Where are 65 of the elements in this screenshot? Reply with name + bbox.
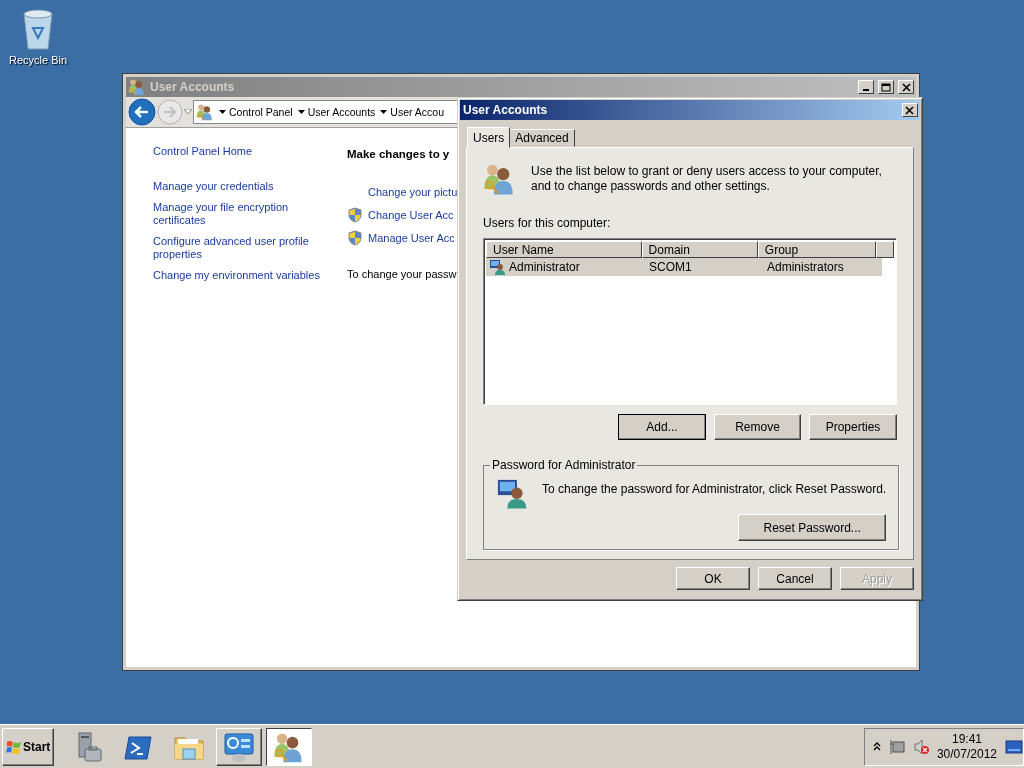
tab[interactable]: Users (467, 127, 511, 148)
table-cell: SCOM1 (649, 260, 692, 274)
maximize-button[interactable] (878, 80, 894, 94)
instructions-text: Use the list below to grant or deny users access to your computer, and to change passwords and other settings. (531, 164, 882, 194)
table-cell: Administrator (509, 260, 580, 274)
group-title: Password for Administrator (491, 458, 637, 472)
maximize-icon (881, 82, 891, 92)
show-desktop-icon (1005, 739, 1023, 754)
task-link[interactable]: Change User Acc (368, 208, 454, 221)
close-icon (901, 82, 911, 92)
sidebar-link[interactable]: Manage your credentials (153, 180, 322, 193)
shield-icon (347, 229, 363, 246)
sidebar-link[interactable]: Manage your file encryption certificates (153, 201, 322, 227)
chevron-up-icon (872, 742, 881, 751)
column-header[interactable]: Domain (641, 241, 758, 258)
remove-button[interactable]: Remove (714, 414, 801, 440)
close-button[interactable] (898, 80, 914, 94)
column-header[interactable]: Group (757, 241, 877, 258)
breadcrumb-item[interactable]: User Accou (390, 106, 445, 118)
recycle-bin-icon (20, 6, 56, 50)
caret-icon (380, 110, 388, 114)
control-panel-icon (223, 730, 255, 763)
password-info-text: To change the password for Administrator, click Reset Password. (542, 482, 887, 496)
close-icon (905, 105, 915, 115)
admin-user-icon (496, 478, 528, 510)
minimize-button[interactable] (858, 80, 874, 94)
minimize-icon (863, 89, 869, 91)
volume-muted-icon (912, 738, 929, 755)
windows-logo-icon (6, 738, 22, 755)
shield-icon (347, 206, 363, 223)
task-link[interactable]: Change your pictu (368, 185, 458, 198)
caret-icon (219, 110, 226, 114)
back-icon (128, 98, 156, 126)
network-icon (888, 738, 905, 755)
column-header (876, 241, 894, 258)
table-cell: Administrators (767, 260, 844, 274)
sidebar-link[interactable]: Configure advanced user profile properties (153, 235, 322, 261)
breadcrumb-item[interactable]: User Accounts (307, 106, 376, 118)
add-button[interactable]: Add... (618, 414, 706, 440)
breadcrumb-item[interactable]: Control Panel (229, 106, 293, 118)
users-icon (128, 78, 146, 96)
clock-time: 19:41 (951, 731, 982, 747)
reset-password-button[interactable]: Reset Password... (738, 514, 887, 541)
section-heading: Make changes to y (347, 148, 451, 160)
task-link[interactable]: Manage User Acc (368, 231, 455, 244)
close-button[interactable] (902, 103, 918, 117)
column-header[interactable]: User Name (486, 241, 642, 258)
user-row[interactable]: Administrator SCOM1 Administrators (486, 258, 882, 276)
properties-button[interactable]: Properties (809, 414, 897, 440)
sidebar-link[interactable]: Change my environment variables (153, 269, 322, 282)
caret-icon (297, 110, 305, 114)
sidebar-link[interactable]: Control Panel Home (153, 145, 322, 158)
desktop-icon-label[interactable]: Recycle Bin (8, 54, 68, 66)
users-icon (196, 103, 214, 121)
clock-date: 30/07/2012 (936, 746, 997, 762)
list-label: Users for this computer: (483, 216, 612, 230)
taskbar-app-button[interactable] (266, 727, 312, 766)
ok-button[interactable]: OK (676, 567, 750, 590)
start-button[interactable]: Start (2, 727, 54, 766)
cancel-button[interactable]: Cancel (758, 567, 832, 590)
tab[interactable]: Advanced (509, 129, 575, 147)
admin-user-icon (489, 259, 506, 275)
note-text: To change your passw (347, 268, 458, 280)
dialog-title: User Accounts (463, 103, 548, 117)
window-title: User Accounts (150, 80, 235, 94)
